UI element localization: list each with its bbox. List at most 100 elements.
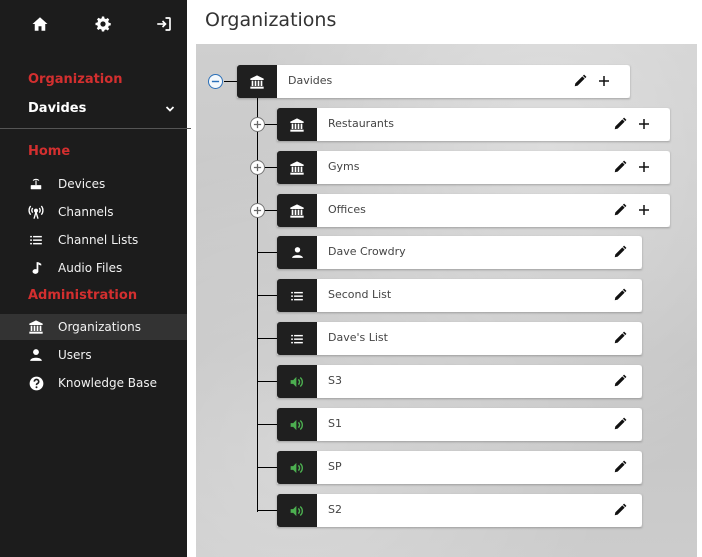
sidebar-item-devices[interactable]: Devices [0, 171, 187, 197]
sidebar-item-label: Knowledge Base [58, 376, 157, 390]
speaker-icon [277, 365, 317, 398]
edit-pencil-icon[interactable] [612, 244, 628, 260]
sidebar-item-label: Channel Lists [58, 233, 139, 247]
collapse-toggle[interactable] [208, 74, 223, 89]
tree-connector [257, 424, 277, 425]
tree-node-label: S2 [328, 503, 342, 516]
tree-node-daves-list[interactable]: Dave's List [277, 322, 642, 355]
tree-node-label: Dave's List [328, 331, 388, 344]
bank-icon [277, 108, 317, 141]
sidebar-item-label: Organizations [58, 320, 141, 334]
tree-node-body: Restaurants [317, 108, 670, 141]
add-plus-icon[interactable] [596, 73, 612, 89]
list-icon [277, 322, 317, 355]
tree-node-offices[interactable]: Offices [277, 194, 670, 227]
expand-toggle[interactable] [250, 160, 265, 175]
organization-select[interactable]: Davides [28, 101, 176, 121]
sidebar-item-knowledge-base[interactable]: Knowledge Base [0, 370, 187, 396]
tree-node-body: Gyms [317, 151, 670, 184]
edit-pencil-icon[interactable] [612, 287, 628, 303]
speaker-icon [277, 408, 317, 441]
bank-icon [277, 151, 317, 184]
tree-node-body: Dave Crowdry [317, 236, 642, 269]
user-icon [28, 347, 44, 363]
gear-icon[interactable] [91, 12, 115, 36]
tree-connector [257, 381, 277, 382]
tree-node-s3[interactable]: S3 [277, 365, 642, 398]
tree-node-sp[interactable]: SP [277, 451, 642, 484]
edit-pencil-icon[interactable] [612, 502, 628, 518]
chevron-down-icon [164, 103, 176, 119]
tree-node-root[interactable]: Davides [237, 65, 630, 98]
edit-pencil-icon[interactable] [612, 330, 628, 346]
edit-pencil-icon[interactable] [612, 416, 628, 432]
add-plus-icon[interactable] [636, 202, 652, 218]
organization-select-value: Davides [28, 101, 87, 116]
tree-node-second-list[interactable]: Second List [277, 279, 642, 312]
tree-node-restaurants[interactable]: Restaurants [277, 108, 670, 141]
bank-icon [28, 319, 44, 335]
sidebar-item-label: Channels [58, 205, 114, 219]
tree-node-label: Offices [328, 203, 366, 216]
tree-node-body: S3 [317, 365, 642, 398]
tree-node-body: Dave's List [317, 322, 642, 355]
sidebar: Organization Davides Home Devices Channe… [0, 0, 191, 557]
organization-section-label: Organization [28, 72, 123, 87]
page-title: Organizations [205, 9, 337, 31]
sidebar-item-organizations[interactable]: Organizations [0, 314, 187, 340]
sidebar-item-audio-files[interactable]: Audio Files [0, 255, 187, 281]
tree-node-s1[interactable]: S1 [277, 408, 642, 441]
broadcast-icon [28, 204, 44, 220]
sidebar-item-channels[interactable]: Channels [0, 199, 187, 225]
sidebar-item-label: Users [58, 348, 92, 362]
edit-pencil-icon[interactable] [612, 116, 628, 132]
edit-pencil-icon[interactable] [572, 73, 588, 89]
tree-connector [264, 167, 277, 168]
user-icon [277, 236, 317, 269]
tree-connector [264, 210, 277, 211]
tree-connector [224, 81, 237, 82]
bank-icon [277, 194, 317, 227]
tree-node-label: S1 [328, 417, 342, 430]
add-plus-icon[interactable] [636, 116, 652, 132]
home-section-label: Home [28, 144, 71, 159]
edit-pencil-icon[interactable] [612, 373, 628, 389]
speaker-icon [277, 451, 317, 484]
tree-node-dave-crowdry[interactable]: Dave Crowdry [277, 236, 642, 269]
tree-connector [257, 252, 277, 253]
home-icon[interactable] [28, 12, 52, 36]
sidebar-top-icons [0, 0, 187, 48]
sidebar-item-channel-lists[interactable]: Channel Lists [0, 227, 187, 253]
tree-node-label: Dave Crowdry [328, 245, 406, 258]
tree-node-body: S2 [317, 494, 642, 527]
tree-connector [257, 338, 277, 339]
tree-node-s2[interactable]: S2 [277, 494, 642, 527]
tree-node-label: S3 [328, 374, 342, 387]
add-plus-icon[interactable] [636, 159, 652, 175]
tree-node-body: S1 [317, 408, 642, 441]
tree-node-label: SP [328, 460, 342, 473]
tree-connector [257, 510, 277, 511]
tree-node-gyms[interactable]: Gyms [277, 151, 670, 184]
tree-node-label: Davides [288, 74, 333, 87]
sidebar-item-label: Devices [58, 177, 106, 191]
expand-toggle[interactable] [250, 117, 265, 132]
expand-toggle[interactable] [250, 203, 265, 218]
device-icon [28, 176, 44, 192]
list-icon [277, 279, 317, 312]
list-icon [28, 232, 44, 248]
speaker-icon [277, 494, 317, 527]
edit-pencil-icon[interactable] [612, 459, 628, 475]
administration-section-label: Administration [28, 288, 138, 303]
logout-icon[interactable] [152, 12, 176, 36]
sidebar-divider [0, 128, 191, 129]
sidebar-item-label: Audio Files [58, 261, 123, 275]
help-icon [28, 375, 44, 391]
sidebar-item-users[interactable]: Users [0, 342, 187, 368]
tree-node-body: Second List [317, 279, 642, 312]
edit-pencil-icon[interactable] [612, 202, 628, 218]
tree-node-label: Gyms [328, 160, 360, 173]
music-note-icon [28, 260, 44, 276]
organization-tree-panel: Davides Restaurants Gyms Offices Dave Cr… [196, 44, 697, 557]
edit-pencil-icon[interactable] [612, 159, 628, 175]
